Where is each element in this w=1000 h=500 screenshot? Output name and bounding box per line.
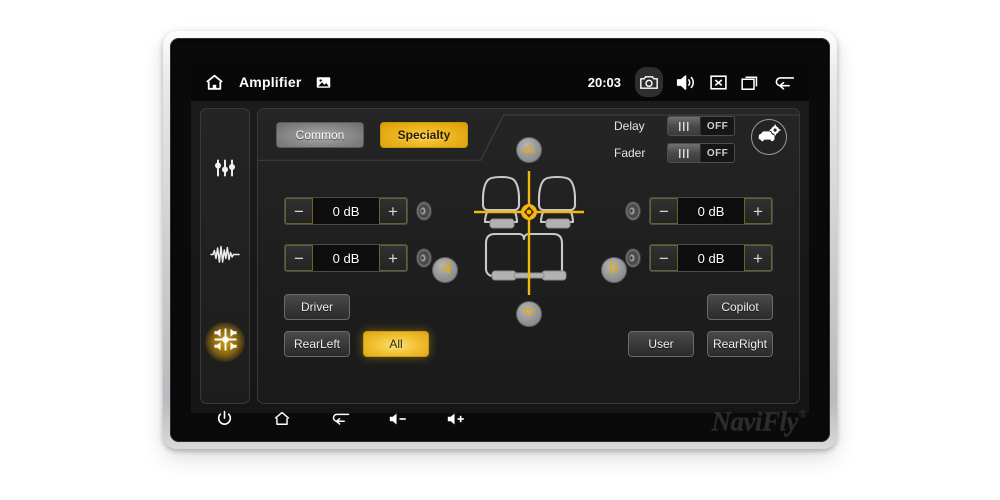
equalizer-sliders-icon <box>212 155 238 186</box>
stepper-rear-right: − 0 dB + <box>622 244 773 272</box>
recent-apps-icon[interactable] <box>740 71 762 93</box>
gain-value: 0 dB <box>332 250 360 266</box>
gain-stepper: − 0 dB + <box>284 197 408 225</box>
sidebar-item-equalizer[interactable] <box>205 150 245 190</box>
waveform-icon <box>210 242 240 271</box>
stepper-front-right: − 0 dB + <box>622 197 773 225</box>
fader-label: Fader <box>614 146 646 160</box>
arrow-left-button[interactable] <box>432 257 458 283</box>
sidebar <box>200 108 250 404</box>
preset-copilot[interactable]: Copilot <box>707 294 773 320</box>
delay-label: Delay <box>614 119 645 133</box>
hw-power-button[interactable] <box>206 409 242 433</box>
preset-driver[interactable]: Driver <box>284 294 350 320</box>
head-unit-device: Amplifier 20:03 Common Specialty Delay O… <box>163 31 837 449</box>
home-icon <box>273 410 291 432</box>
decrease-button[interactable]: − <box>650 198 678 224</box>
back-arrow-icon[interactable] <box>773 71 795 93</box>
car-gear-icon <box>757 124 781 150</box>
touchscreen: Amplifier 20:03 Common Specialty Delay O… <box>191 63 809 413</box>
arrow-down-icon <box>522 305 536 323</box>
speaker-icon[interactable] <box>674 71 696 93</box>
close-box-icon[interactable] <box>707 71 729 93</box>
decrease-button[interactable]: − <box>650 245 678 271</box>
speaker-icon <box>622 197 644 225</box>
gain-value: 0 dB <box>332 203 360 219</box>
back-arrow-icon <box>330 411 350 432</box>
increase-button[interactable]: + <box>744 245 772 271</box>
brand-name: NaviFly <box>711 405 799 436</box>
device-bezel: Amplifier 20:03 Common Specialty Delay O… <box>170 38 830 442</box>
gain-value: 0 dB <box>697 250 725 266</box>
preset-user[interactable]: User <box>628 331 694 357</box>
increase-button[interactable]: + <box>379 245 407 271</box>
arrow-right-button[interactable] <box>601 257 627 283</box>
fader-toggle-row: Fader OFF <box>614 143 735 163</box>
toggle-grip-icon <box>668 144 701 162</box>
decrease-button[interactable]: − <box>285 245 313 271</box>
increase-button[interactable]: + <box>379 198 407 224</box>
speaker-icon <box>413 197 435 225</box>
sidebar-item-balance-fader[interactable] <box>205 322 245 362</box>
arrow-right-icon <box>609 261 620 280</box>
increase-button[interactable]: + <box>744 198 772 224</box>
arrow-down-button[interactable] <box>515 301 542 327</box>
seat-position-diagram[interactable] <box>470 167 588 299</box>
volume-down-icon <box>388 411 408 432</box>
tab-specialty[interactable]: Specialty <box>380 122 468 148</box>
fader-toggle-state: OFF <box>706 147 729 159</box>
gain-value: 0 dB <box>697 203 725 219</box>
clock: 20:03 <box>587 74 621 90</box>
delay-fader-toggles: Delay OFF Fader OFF <box>614 116 735 163</box>
tab-common[interactable]: Common <box>276 122 364 148</box>
page-title: Amplifier <box>239 74 302 90</box>
brand-trademark: ® <box>799 408 806 420</box>
hw-volume-up-button[interactable] <box>438 409 474 433</box>
gain-stepper: − 0 dB + <box>649 244 773 272</box>
hw-home-button[interactable] <box>264 409 300 433</box>
fader-toggle[interactable]: OFF <box>667 143 735 163</box>
arrow-up-button[interactable] <box>515 137 542 163</box>
hw-back-button[interactable] <box>322 409 358 433</box>
gain-stepper: − 0 dB + <box>649 197 773 225</box>
power-icon <box>216 410 233 432</box>
car-settings-button[interactable] <box>751 119 787 155</box>
volume-up-icon <box>446 411 466 432</box>
toggle-grip-icon <box>668 117 701 135</box>
delay-toggle-state: OFF <box>706 120 729 132</box>
amplifier-panel: Common Specialty Delay OFF Fader OFF − 0… <box>257 108 800 404</box>
hw-volume-down-button[interactable] <box>380 409 416 433</box>
hardware-key-bar: NaviFly ® <box>170 400 830 442</box>
stepper-rear-left: − 0 dB + <box>284 244 435 272</box>
preset-rearright[interactable]: RearRight <box>707 331 773 357</box>
sidebar-item-sound-effect[interactable] <box>205 236 245 276</box>
delay-toggle[interactable]: OFF <box>667 116 735 136</box>
decrease-button[interactable]: − <box>285 198 313 224</box>
brand-logo: NaviFly ® <box>711 405 807 437</box>
balance-fader-icon <box>212 326 239 358</box>
arrow-left-icon <box>440 261 451 280</box>
gain-stepper: − 0 dB + <box>284 244 408 272</box>
camera-icon[interactable] <box>635 67 663 97</box>
arrow-up-icon <box>522 141 536 159</box>
preset-all[interactable]: All <box>363 331 429 357</box>
status-bar: Amplifier 20:03 <box>191 63 809 101</box>
stepper-front-left: − 0 dB + <box>284 197 435 225</box>
delay-toggle-row: Delay OFF <box>614 116 735 136</box>
preset-rearleft[interactable]: RearLeft <box>284 331 350 357</box>
home-icon[interactable] <box>203 71 225 93</box>
content-area: Common Specialty Delay OFF Fader OFF − 0… <box>191 101 809 413</box>
image-icon[interactable] <box>315 74 331 90</box>
